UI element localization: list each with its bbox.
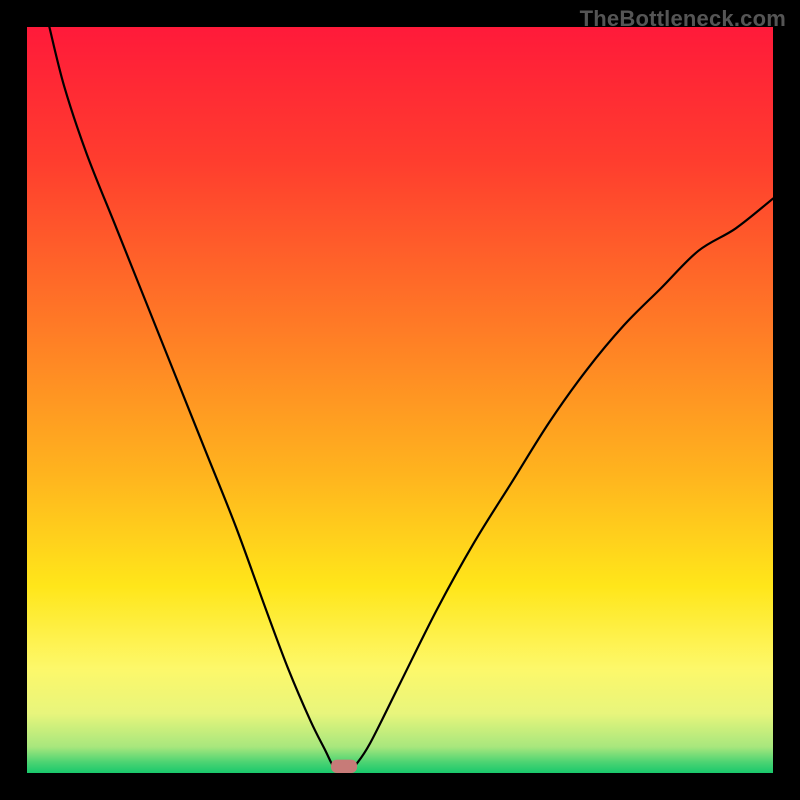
watermark-text: TheBottleneck.com	[580, 6, 786, 32]
minimum-marker	[331, 760, 357, 773]
bottleneck-chart	[0, 0, 800, 800]
plot-background	[27, 27, 773, 773]
